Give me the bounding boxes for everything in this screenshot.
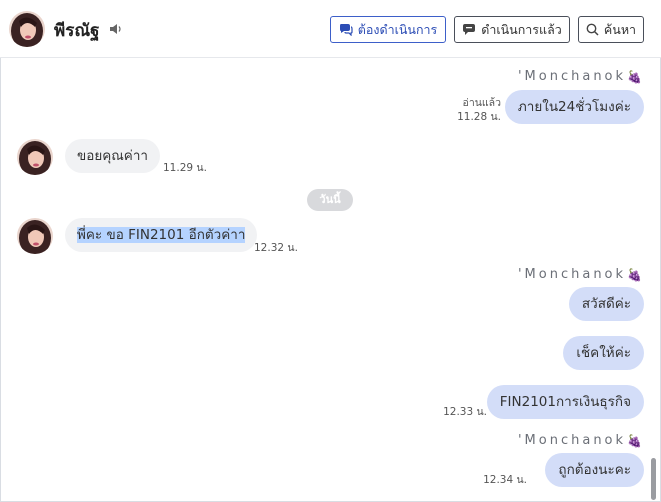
outgoing-message[interactable]: สวัสดีค่ะ (568, 287, 644, 321)
message-time: 11.29 น. (163, 162, 207, 174)
done-button[interactable]: ดำเนินการแล้ว (454, 16, 570, 43)
message-time: 12.32 น. (254, 242, 298, 254)
message-list[interactable]: 'Monchanok 🍇 ภายใน24ชั่วโมงค่ะ อ่านแล้ว … (0, 58, 661, 502)
contact-avatar[interactable] (17, 218, 53, 254)
contact-name: พีรณัฐ (54, 21, 100, 41)
chat-header: พีรณัฐ ต้องดำเนินการ ดำเนินการแล้ว ค้นหา (0, 0, 661, 58)
message-meta: อ่านแล้ว 11.28 น. (457, 96, 501, 124)
search-button[interactable]: ค้นหา (578, 16, 644, 43)
contact-avatar[interactable] (17, 139, 53, 175)
outgoing-message[interactable]: ภายใน24ชั่วโมงค่ะ (504, 90, 644, 124)
outgoing-message[interactable]: FIN2101การเงินธุรกิจ (486, 385, 644, 419)
sender-name: 'Monchanok 🍇 (517, 267, 642, 282)
search-button-label: ค้นหา (603, 21, 637, 37)
scrollbar[interactable] (651, 458, 656, 500)
message-time: 12.33 น. (443, 406, 487, 418)
sender-name: 'Monchanok 🍇 (517, 69, 642, 84)
grape-icon: 🍇 (627, 267, 642, 282)
message-time: 12.34 น. (483, 474, 527, 486)
selected-text[interactable]: พี่คะ ขอ FIN2101 อีกตัวค่าา (77, 227, 246, 243)
search-icon (586, 23, 599, 36)
read-receipt: อ่านแล้ว (462, 97, 501, 109)
contact-avatar[interactable] (9, 11, 45, 47)
incoming-message[interactable]: พี่คะ ขอ FIN2101 อีกตัวค่าา (65, 218, 258, 252)
done-button-label: ดำเนินการแล้ว (481, 21, 562, 37)
chat-bubbles-icon (339, 24, 353, 36)
chat-bubble-icon (463, 24, 476, 35)
pending-button-label: ต้องดำเนินการ (357, 21, 438, 37)
sender-name: 'Monchanok 🍇 (517, 433, 642, 448)
outgoing-message[interactable]: ถูกต้องนะคะ (545, 453, 644, 487)
outgoing-message[interactable]: เช็คให้ค่ะ (563, 336, 644, 370)
incoming-message[interactable]: ขอยคุณค่าา (65, 139, 160, 173)
speaker-icon[interactable] (109, 22, 123, 36)
grape-icon: 🍇 (627, 69, 642, 84)
pending-button[interactable]: ต้องดำเนินการ (330, 16, 446, 43)
message-time: 11.28 น. (457, 111, 501, 123)
date-divider: วันนี้ (307, 189, 353, 211)
grape-icon: 🍇 (627, 433, 642, 448)
